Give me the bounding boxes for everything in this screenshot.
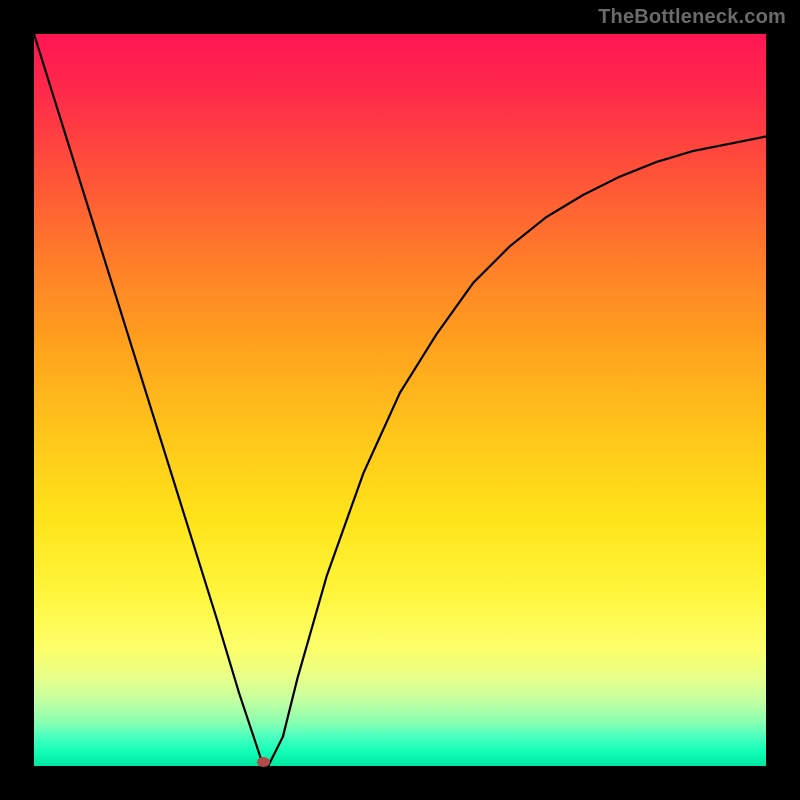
watermark-text: TheBottleneck.com [598,6,786,29]
chart-frame: TheBottleneck.com [0,0,800,800]
curve-path [34,34,766,766]
bottleneck-curve [34,34,766,766]
plot-area [34,34,766,766]
minimum-marker [257,757,270,767]
